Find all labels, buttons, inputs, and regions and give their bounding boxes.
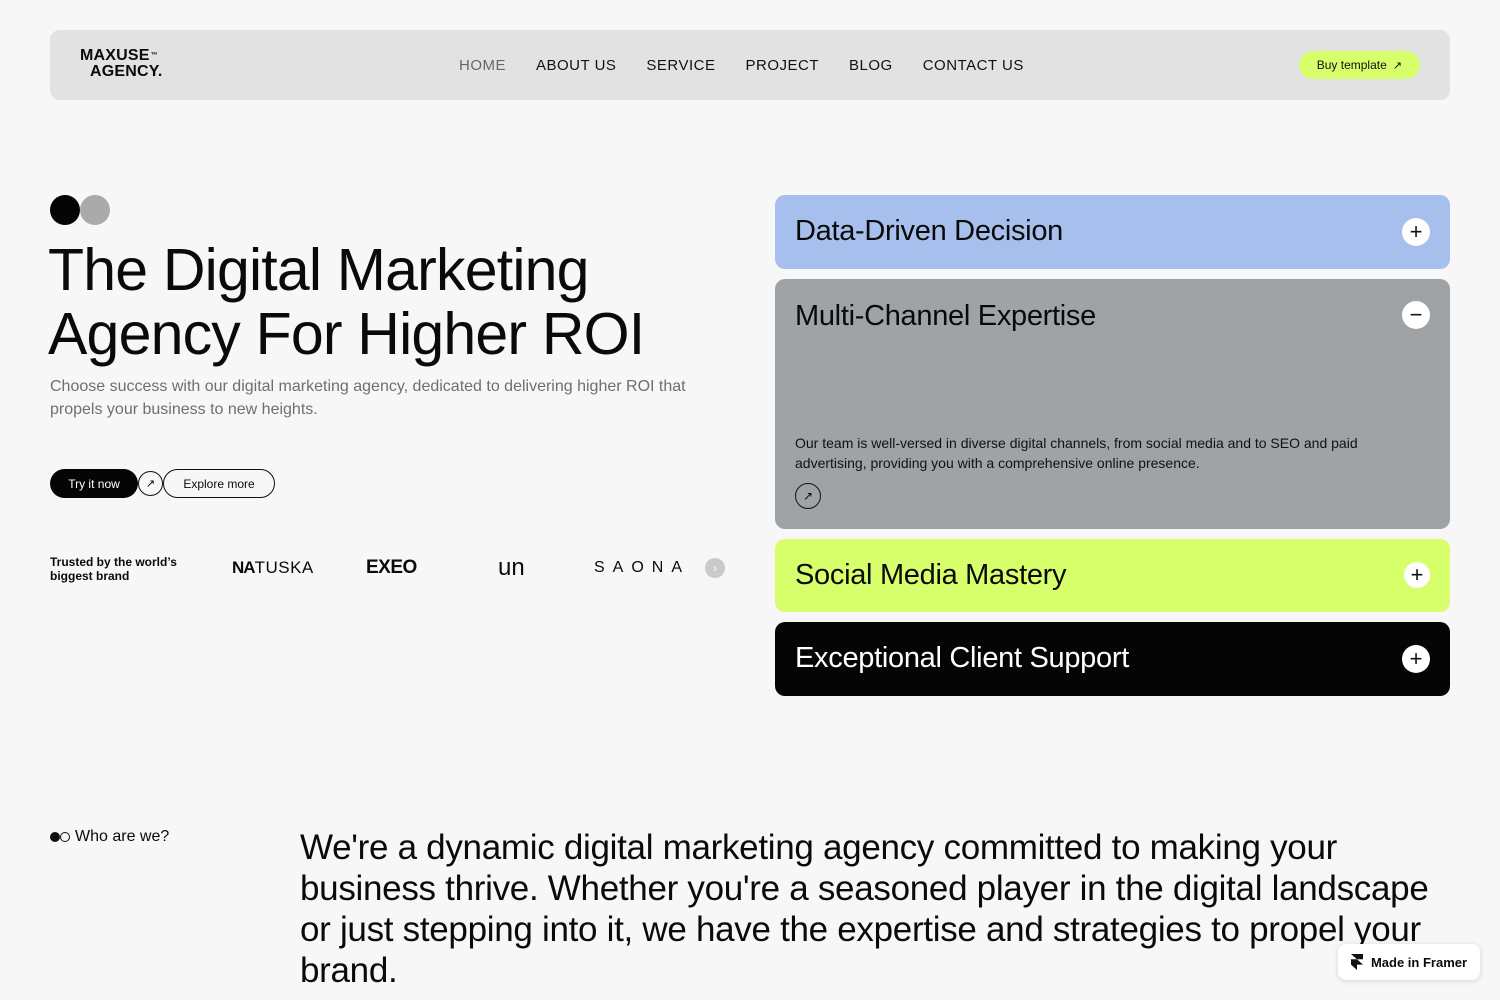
accordion-title: Social Media Mastery: [795, 559, 1067, 591]
nav-project[interactable]: PROJECT: [746, 57, 820, 74]
brand-logo-saona: SAONA: [594, 559, 691, 576]
nav-contact-us[interactable]: CONTACT US: [923, 57, 1024, 74]
brand-logo-exeo: EXEO: [366, 557, 417, 578]
who-label-text: Who are we?: [75, 828, 170, 845]
nav-blog[interactable]: BLOG: [849, 57, 893, 74]
about-paragraph: We're a dynamic digital marketing agency…: [300, 828, 1429, 990]
plus-icon[interactable]: +: [1402, 645, 1430, 673]
buy-template-button[interactable]: Buy template ↗: [1298, 51, 1420, 79]
arrow-up-right-icon[interactable]: ↗: [138, 471, 163, 496]
made-in-framer-badge[interactable]: Made in Framer: [1338, 944, 1480, 980]
gray-dot: [80, 195, 110, 225]
brand-logo-natuska: NA TUSKA: [232, 558, 314, 577]
trademark: ™: [150, 52, 158, 59]
main-menu: HOME ABOUT US SERVICE PROJECT BLOG CONTA…: [459, 30, 1054, 100]
accordion-title: Data-Driven Decision: [795, 215, 1063, 247]
nav-about-us[interactable]: ABOUT US: [536, 57, 616, 74]
accordion-title: Multi-Channel Expertise: [795, 300, 1096, 332]
arrow-up-right-icon: ↗: [1392, 59, 1402, 72]
accordion-description: Our team is well-versed in diverse digit…: [795, 435, 1358, 471]
logo-line-1: MAXUSE: [80, 47, 150, 64]
accordion-item-social-media[interactable]: Social Media Mastery +: [775, 539, 1450, 612]
nav-service[interactable]: SERVICE: [646, 57, 715, 74]
decorative-dots-icon: [50, 832, 70, 842]
plus-icon[interactable]: +: [1404, 562, 1430, 588]
framer-badge-label: Made in Framer: [1370, 954, 1468, 970]
black-dot: [50, 195, 80, 225]
accordion-item-client-support[interactable]: Exceptional Client Support +: [775, 622, 1450, 696]
arrow-up-right-icon[interactable]: ↗: [795, 483, 821, 509]
plus-icon[interactable]: +: [1402, 218, 1430, 246]
accordion-item-data-driven[interactable]: Data-Driven Decision +: [775, 195, 1450, 269]
accordion-item-multi-channel[interactable]: Multi-Channel Expertise − Our team is we…: [775, 279, 1450, 529]
hero-title: The Digital Marketing Agency For Higher …: [48, 237, 645, 367]
nav-home[interactable]: HOME: [459, 57, 506, 74]
minus-icon[interactable]: −: [1402, 301, 1430, 329]
decorative-dots: [50, 195, 110, 225]
accordion-title: Exceptional Client Support: [795, 642, 1129, 674]
logo-line-2: AGENCY.: [90, 63, 163, 80]
trusted-by-label: Trusted by the world’s biggest brand: [50, 555, 177, 583]
buy-template-label: Buy template: [1316, 58, 1387, 72]
who-are-we-label: Who are we?: [50, 828, 169, 846]
brand-logo-un: un: [498, 554, 525, 581]
hero-subtitle: Choose success with our digital marketin…: [50, 378, 686, 418]
try-it-now-button[interactable]: Try it now: [50, 469, 138, 498]
chevron-right-icon[interactable]: ›: [705, 558, 725, 578]
framer-logo-icon: [1350, 954, 1363, 970]
explore-more-button[interactable]: Explore more: [163, 469, 275, 498]
logo[interactable]: MAXUSE™ AGENCY.: [80, 48, 163, 80]
top-navigation: MAXUSE™ AGENCY. HOME ABOUT US SERVICE PR…: [50, 30, 1450, 100]
